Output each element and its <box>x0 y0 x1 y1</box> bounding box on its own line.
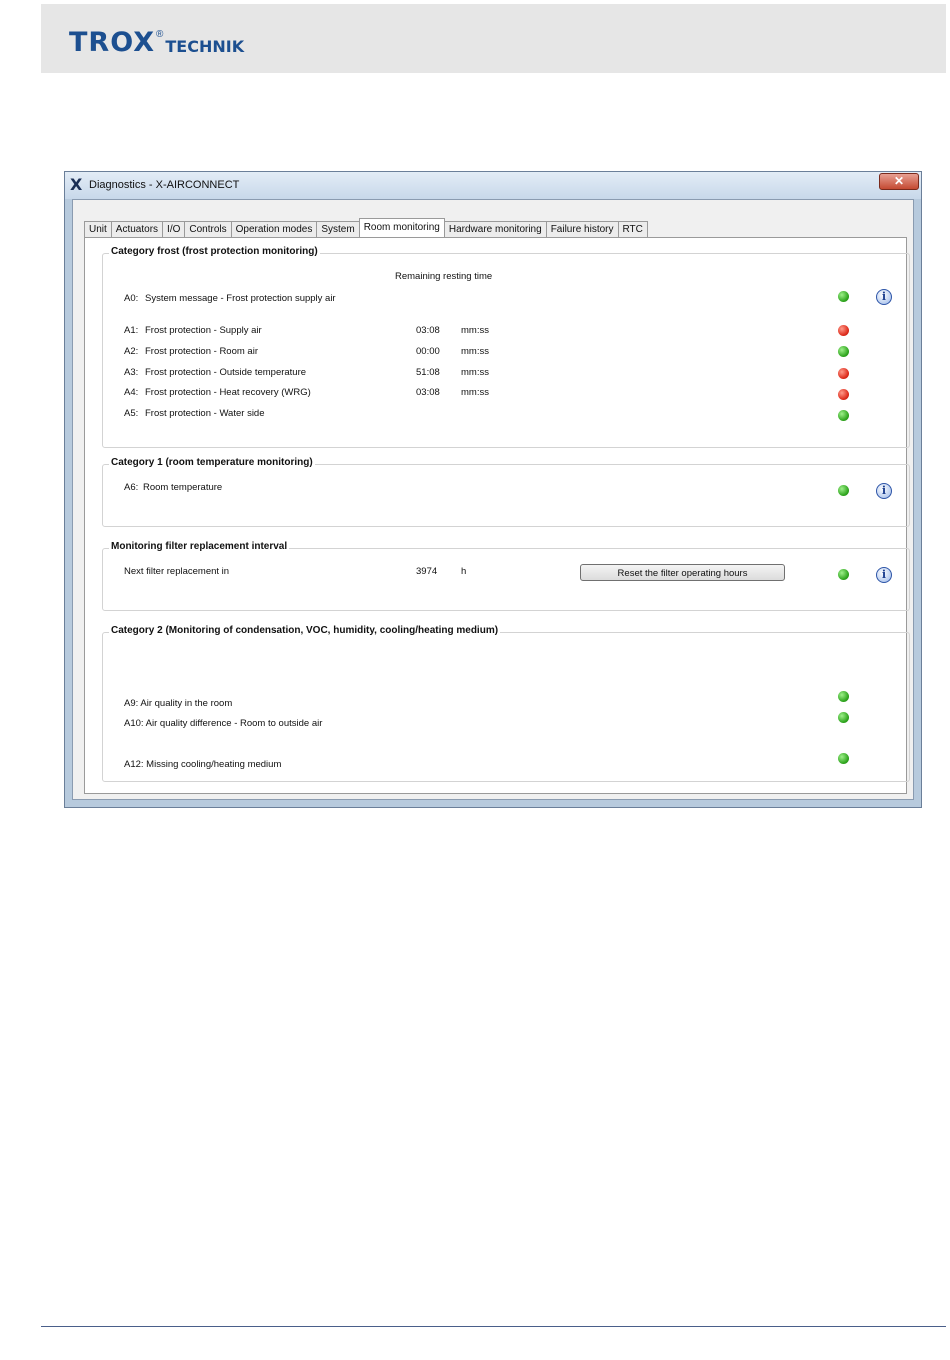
group-filter-replacement: Monitoring filter replacement interval N… <box>102 541 910 611</box>
status-led-green <box>838 712 849 723</box>
row-label: Room temperature <box>143 482 223 493</box>
status-led-green <box>838 410 849 421</box>
filter-unit: h <box>461 566 467 577</box>
row-code: A3: <box>124 367 139 378</box>
filter-label: Next filter replacement in <box>124 566 230 577</box>
row-label: System message - Frost protection supply… <box>145 293 336 304</box>
tab-io[interactable]: I/O <box>162 221 186 237</box>
logo-registered-mark: ® <box>156 29 164 40</box>
row-value: 03:08 <box>416 325 440 336</box>
tab-actuators[interactable]: Actuators <box>110 221 164 237</box>
window-titlebar[interactable]: X Diagnostics - X-AIRCONNECT ✕ <box>65 172 921 199</box>
app-x-icon: X <box>70 175 83 194</box>
page-header: TROX ® TECHNIK <box>41 4 946 73</box>
tab-system[interactable]: System <box>316 221 360 237</box>
row-label: Frost protection - Heat recovery (WRG) <box>145 387 311 398</box>
tab-failure-history[interactable]: Failure history <box>545 221 619 237</box>
close-button[interactable]: ✕ <box>879 173 919 190</box>
group-title-category-1: Category 1 (room temperature monitoring) <box>109 457 315 468</box>
column-header-remaining-time: Remaining resting time <box>395 271 493 282</box>
row-value: 51:08 <box>416 367 440 378</box>
row-value: 00:00 <box>416 346 440 357</box>
status-led-red <box>838 389 849 400</box>
room-monitoring-panel: Category frost (frost protection monitor… <box>84 237 910 794</box>
group-title-category-2: Category 2 (Monitoring of condensation, … <box>109 625 501 636</box>
row-label: Frost protection - Water side <box>145 408 265 419</box>
row-code: A1: <box>124 325 139 336</box>
row-code: A5: <box>124 408 139 419</box>
tab-operation-modes[interactable]: Operation modes <box>230 221 318 237</box>
tab-hardware-monitoring[interactable]: Hardware monitoring <box>443 221 547 237</box>
window-title: Diagnostics - X-AIRCONNECT <box>89 179 240 191</box>
row-code: A0: <box>124 293 139 304</box>
diagnostics-window: X Diagnostics - X-AIRCONNECT ✕ Unit Actu… <box>64 171 922 808</box>
row-unit: mm:ss <box>461 346 489 357</box>
row-label: Frost protection - Supply air <box>145 325 262 336</box>
footer-divider <box>41 1326 946 1327</box>
status-led-green <box>838 291 849 302</box>
status-led-green <box>838 346 849 357</box>
status-led-red <box>838 325 849 336</box>
tab-strip: Unit Actuators I/O Controls Operation mo… <box>84 218 648 237</box>
info-icon[interactable]: i <box>876 289 892 305</box>
group-title-frost: Category frost (frost protection monitor… <box>109 246 320 257</box>
window-client-area: Unit Actuators I/O Controls Operation mo… <box>72 199 914 800</box>
info-icon[interactable]: i <box>876 567 892 583</box>
info-icon[interactable]: i <box>876 483 892 499</box>
status-led-green <box>838 753 849 764</box>
group-category-frost: Category frost (frost protection monitor… <box>102 246 910 448</box>
row-label: A9: Air quality in the room <box>124 698 233 709</box>
filter-value: 3974 <box>416 566 438 577</box>
row-code: A6: <box>124 482 139 493</box>
status-led-green <box>838 485 849 496</box>
logo-sub-text: TECHNIK <box>165 37 245 56</box>
group-category-2: Category 2 (Monitoring of condensation, … <box>102 625 910 782</box>
row-value: 03:08 <box>416 387 440 398</box>
group-category-1: Category 1 (room temperature monitoring)… <box>102 457 910 527</box>
row-code: A4: <box>124 387 139 398</box>
status-led-green <box>838 569 849 580</box>
status-led-green <box>838 691 849 702</box>
row-label: Frost protection - Room air <box>145 346 258 357</box>
tab-room-monitoring[interactable]: Room monitoring <box>358 218 445 237</box>
row-unit: mm:ss <box>461 367 489 378</box>
row-code: A2: <box>124 346 139 357</box>
row-label: A12: Missing cooling/heating medium <box>124 759 282 770</box>
trox-logo: TROX ® TECHNIK <box>69 29 244 56</box>
group-title-filter: Monitoring filter replacement interval <box>109 541 290 552</box>
tab-rtc[interactable]: RTC <box>617 221 648 237</box>
row-label: A10: Air quality difference - Room to ou… <box>124 718 323 729</box>
status-led-red <box>838 368 849 379</box>
tab-controls[interactable]: Controls <box>184 221 232 237</box>
row-unit: mm:ss <box>461 387 489 398</box>
row-unit: mm:ss <box>461 325 489 336</box>
logo-main-text: TROX <box>69 27 156 58</box>
tab-unit[interactable]: Unit <box>84 221 112 237</box>
reset-filter-hours-button[interactable]: Reset the filter operating hours <box>580 564 785 581</box>
row-label: Frost protection - Outside temperature <box>145 367 307 378</box>
